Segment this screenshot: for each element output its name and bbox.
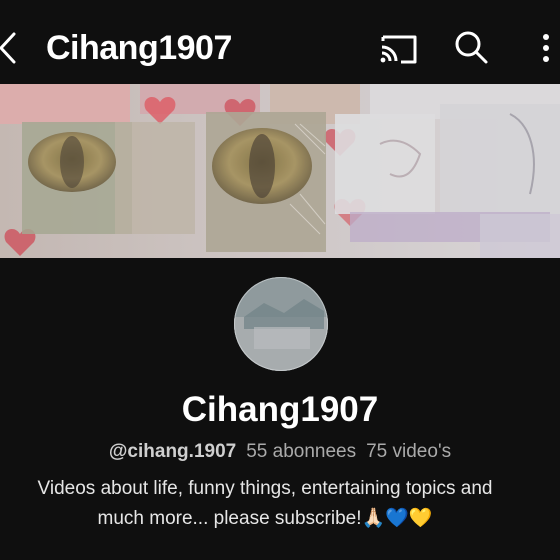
channel-meta: @cihang.1907 55 abonnees 75 video's [0, 438, 560, 466]
search-button[interactable] [450, 28, 494, 68]
search-icon [455, 31, 488, 64]
more-vertical-icon [543, 34, 549, 62]
channel-handle[interactable]: @cihang.1907 [109, 441, 236, 462]
description-line-1: Videos about life, funny things, enterta… [37, 478, 493, 499]
channel-avatar[interactable] [234, 277, 328, 371]
top-app-bar: Cihang1907 [0, 0, 560, 84]
back-button[interactable] [0, 28, 20, 68]
channel-name: Cihang1907 [181, 390, 379, 429]
channel-description[interactable]: Videos about life, funny things, enterta… [0, 474, 530, 534]
cast-icon [380, 35, 417, 64]
description-line-2: much more... please subscribe!🙏🏻💙💛 [97, 508, 433, 529]
subscriber-count: 55 abonnees [246, 441, 357, 462]
video-count: 75 video's [366, 441, 452, 462]
more-options-button[interactable] [530, 28, 560, 68]
cast-button[interactable] [377, 28, 421, 68]
chevron-left-icon [0, 32, 16, 64]
channel-banner [0, 84, 560, 258]
page-title: Cihang1907 [46, 29, 232, 67]
